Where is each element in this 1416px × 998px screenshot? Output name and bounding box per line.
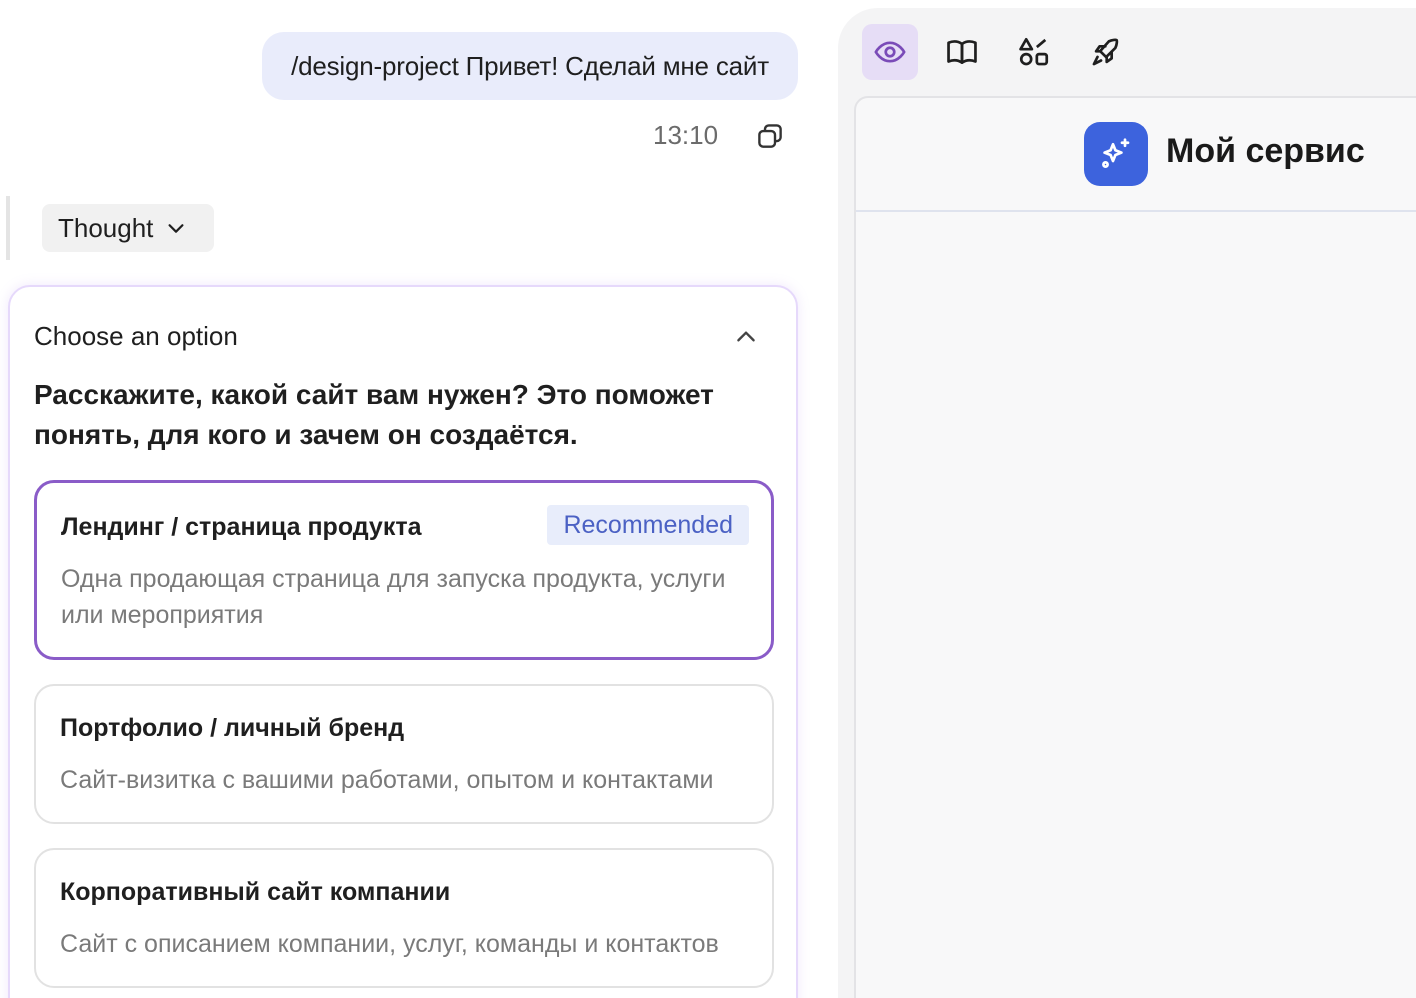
- book-icon: [947, 40, 977, 64]
- rocket-icon: [1092, 38, 1119, 66]
- docs-tab[interactable]: [934, 24, 990, 80]
- site-preview-frame: Мой сервис: [854, 96, 1416, 998]
- chevron-up-icon: [737, 331, 755, 342]
- user-message-bubble: /design-project Привет! Сделай мне сайт: [262, 32, 798, 100]
- copy-button[interactable]: [752, 118, 788, 154]
- site-logo: [1084, 122, 1148, 186]
- thought-toggle[interactable]: Thought: [42, 204, 214, 252]
- message-meta: 13:10: [640, 118, 800, 154]
- option-corporate[interactable]: Корпоративный сайт компании Сайт с описа…: [34, 848, 774, 988]
- message-time: 13:10: [653, 120, 719, 150]
- app-root: /design-project Привет! Сделай мне сайт …: [0, 0, 1416, 998]
- option-title: Корпоративный сайт компании: [60, 878, 451, 906]
- shapes-icon: [1019, 37, 1049, 66]
- option-card-title: Choose an option: [34, 321, 238, 351]
- user-message-text: /design-project Привет! Сделай мне сайт: [291, 50, 769, 81]
- deploy-tab[interactable]: [1078, 24, 1134, 80]
- eye-icon: [874, 41, 906, 63]
- sparkle-icon: [1102, 138, 1130, 168]
- option-description: Сайт с описанием компании, услуг, команд…: [60, 930, 719, 958]
- preview-tab[interactable]: [862, 24, 918, 80]
- option-portfolio[interactable]: Портфолио / личный бренд Сайт-визитка с …: [34, 684, 774, 824]
- recommended-badge: Recommended: [547, 505, 749, 545]
- copy-icon: [758, 124, 782, 148]
- option-landing[interactable]: Лендинг / страница продукта Recommended …: [34, 480, 774, 660]
- option-description: Сайт-визитка с вашими работами, опытом и…: [60, 766, 714, 794]
- option-title: Портфолио / личный бренд: [60, 714, 405, 742]
- chevron-down-icon: [165, 217, 187, 239]
- site-name: Мой сервис: [1166, 132, 1365, 170]
- option-description: Одна продающая страница для запуска прод…: [61, 565, 726, 629]
- collapse-button[interactable]: [730, 321, 762, 353]
- thought-label: Thought: [58, 212, 154, 243]
- site-header: Мой сервис: [856, 98, 1416, 212]
- thought-divider: [6, 196, 10, 260]
- option-question: Расскажите, какой сайт вам нужен? Это по…: [34, 379, 714, 450]
- preview-panel: Мой сервис: [838, 8, 1416, 998]
- option-title: Лендинг / страница продукта: [61, 513, 422, 541]
- components-tab[interactable]: [1006, 24, 1062, 80]
- chat-panel: /design-project Привет! Сделай мне сайт …: [0, 0, 830, 998]
- option-card-header: Choose an option: [34, 321, 772, 353]
- choose-option-card: Choose an option Расскажите, какой сайт …: [8, 285, 798, 998]
